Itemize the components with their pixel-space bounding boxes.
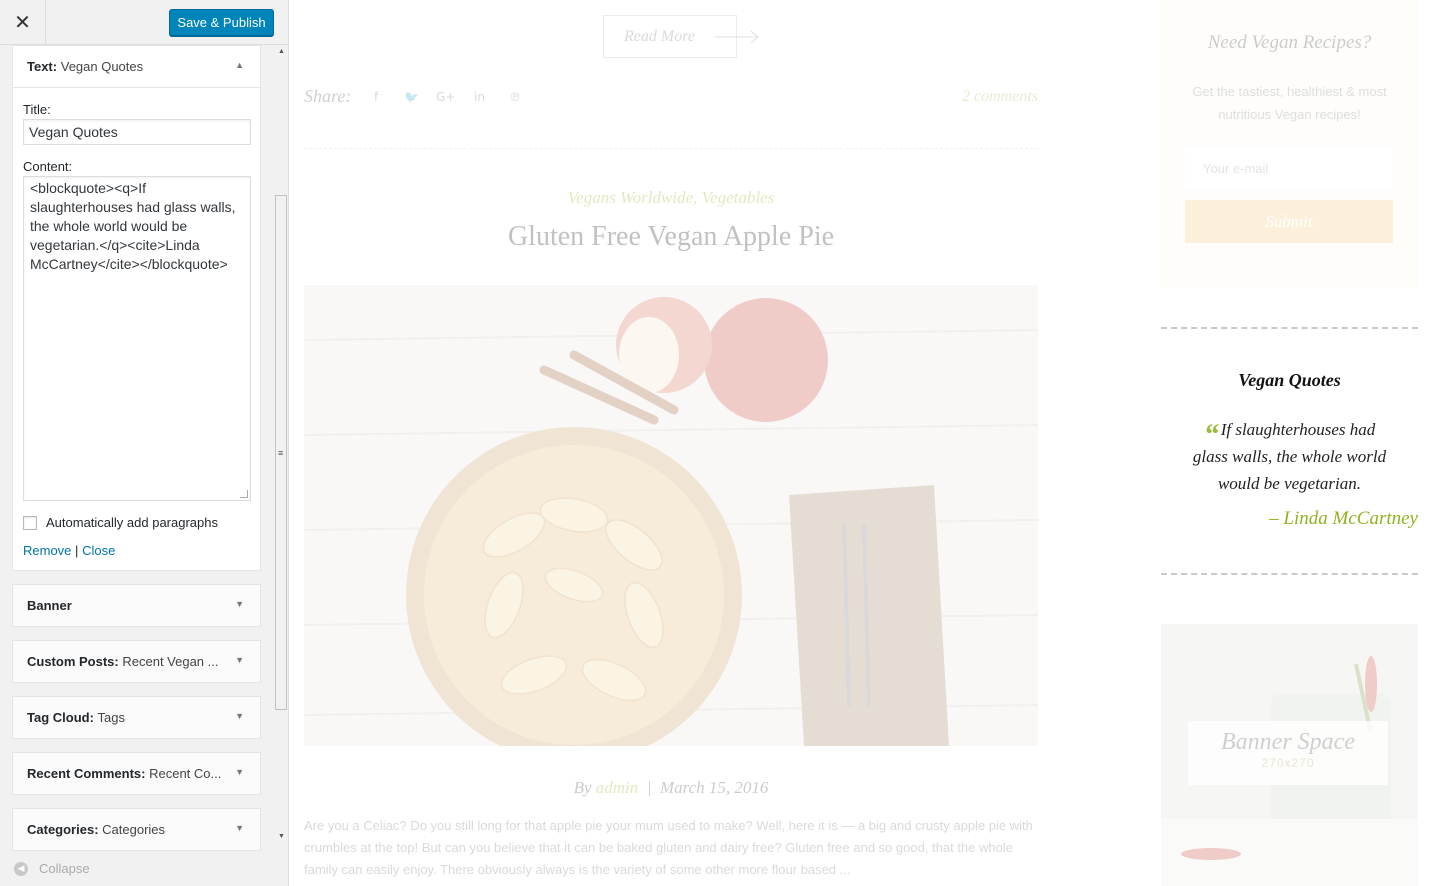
scroll-up-icon[interactable]: ▲ (278, 48, 285, 55)
widget-text-vegan-quotes: Text: Vegan Quotes ▲ Title: Vegan Quotes… (12, 45, 261, 571)
expand-arrow-icon[interactable]: ▼ (235, 767, 244, 777)
widget-instance-title: Recent Co... (149, 766, 222, 781)
vegan-quotes-title: Vegan Quotes (1238, 370, 1341, 390)
sidebar-divider (1161, 327, 1418, 329)
quote-body: If slaughterhouses had glass walls, the … (1192, 420, 1387, 493)
widget-type-label: Categories: (27, 822, 99, 837)
widget-type-label: Custom Posts: (27, 654, 119, 669)
widget-header[interactable]: Custom Posts: Recent Vegan ... ▼ (13, 641, 260, 682)
widget-title: Recent Comments: Recent Co... (27, 766, 221, 781)
widget-header[interactable]: Banner ▼ (13, 585, 260, 626)
post-by: By (573, 778, 592, 797)
banner-title: Banner Space (1221, 729, 1355, 755)
banner-size: 270x270 (1261, 756, 1315, 770)
title-input[interactable]: Vegan Quotes (23, 119, 251, 145)
widget-header[interactable]: Text: Vegan Quotes ▲ (13, 46, 260, 88)
scroll-down-icon[interactable]: ▼ (278, 833, 285, 840)
newsletter-widget: Need Vegan Recipes? Get the tastiest, he… (1161, 0, 1418, 288)
collapse-arrow-icon[interactable]: ▲ (235, 60, 244, 70)
quote-citation: – Linda McCartney (1269, 508, 1418, 529)
sidebar-divider (1161, 573, 1418, 575)
customizer-panel: ✕ Save & Publish Text: Vegan Quotes ▲ Ti… (0, 0, 289, 886)
resize-handle-icon[interactable] (240, 490, 248, 498)
newsletter-description: Get the tastiest, healthiest & most nutr… (1192, 84, 1387, 122)
auto-paragraphs-checkbox[interactable] (23, 515, 37, 530)
action-divider: | (75, 543, 79, 558)
banner-widget[interactable]: Banner Space 270x270 (1161, 624, 1418, 886)
widget-type-label: Banner (27, 598, 72, 613)
linkedin-icon[interactable]: in (474, 90, 485, 104)
content-textarea[interactable]: <blockquote><q>If slaughterhouses had gl… (23, 176, 251, 501)
banner-label-box: Banner Space 270x270 (1188, 721, 1388, 785)
post-author[interactable]: admin (596, 778, 639, 797)
widget-header[interactable]: Tag Cloud: Tags ▼ (13, 697, 260, 738)
site-preview: Read More Share: f 🐦 G+ in ℗ 2 comments … (289, 0, 1433, 886)
comments-link[interactable]: 2 comments (962, 88, 1038, 106)
widget-list: Text: Vegan Quotes ▲ Title: Vegan Quotes… (12, 45, 261, 864)
widget-type-label: Text: (27, 59, 58, 74)
post-title[interactable]: Gluten Free Vegan Apple Pie (304, 221, 1038, 253)
close-link[interactable]: Close (82, 543, 115, 558)
widget-title: Text: Vegan Quotes (27, 59, 143, 74)
expand-arrow-icon[interactable]: ▼ (235, 711, 244, 721)
widget-header[interactable]: Categories: Categories ▼ (13, 809, 260, 850)
widget-title: Banner (27, 598, 72, 613)
expand-arrow-icon[interactable]: ▼ (235, 599, 244, 609)
widget-custom-posts[interactable]: Custom Posts: Recent Vegan ... ▼ (12, 640, 261, 683)
email-input[interactable]: Your e-mail (1185, 146, 1393, 190)
widget-recent-comments[interactable]: Recent Comments: Recent Co... ▼ (12, 752, 261, 795)
post-categories[interactable]: Vegans Worldwide, Vegetables (304, 188, 1038, 208)
widget-header[interactable]: Recent Comments: Recent Co... ▼ (13, 753, 260, 794)
customizer-header: ✕ Save & Publish (0, 0, 288, 45)
close-customizer-button[interactable]: ✕ (0, 0, 46, 44)
widget-actions: Remove | Close (23, 543, 250, 558)
arrow-right-icon (715, 30, 759, 44)
save-publish-button[interactable]: Save & Publish (169, 9, 274, 36)
widget-instance-title: Categories (102, 822, 166, 837)
pinterest-icon[interactable]: ℗ (509, 90, 521, 104)
collapse-label: Collapse (39, 861, 90, 876)
post-date: March 15, 2016 (659, 778, 769, 797)
widget-banner[interactable]: Banner ▼ (12, 584, 261, 627)
collapse-icon: ◀ (14, 861, 28, 876)
expand-arrow-icon[interactable]: ▼ (235, 655, 244, 665)
post-excerpt: Are you a Celiac? Do you still long for … (304, 818, 1033, 877)
widget-type-label: Tag Cloud: (27, 710, 94, 725)
post-meta: By admin | March 15, 2016 (304, 778, 1038, 798)
collapse-bar[interactable]: ◀ Collapse (0, 851, 288, 886)
content-text: <blockquote><q>If slaughterhouses had gl… (30, 180, 240, 272)
auto-paragraphs-row: Automatically add paragraphs (23, 515, 250, 530)
widget-title: Custom Posts: Recent Vegan ... (27, 654, 218, 669)
expand-arrow-icon[interactable]: ▼ (235, 823, 244, 833)
share-row: Share: f 🐦 G+ in ℗ 2 comments (304, 86, 1038, 110)
auto-paragraphs-label[interactable]: Automatically add paragraphs (46, 515, 218, 530)
google-plus-icon[interactable]: G+ (436, 90, 455, 104)
widget-title: Tag Cloud: Tags (27, 710, 125, 725)
quote-text: “If slaughterhouses had glass walls, the… (1189, 416, 1390, 497)
twitter-icon[interactable]: 🐦 (404, 90, 419, 104)
share-label: Share: (304, 86, 352, 106)
widget-instance-title: Tags (97, 710, 126, 725)
newsletter-title: Need Vegan Recipes? (1207, 32, 1372, 53)
post-image[interactable] (304, 285, 1038, 746)
scroll-grip-icon: ≡ (278, 448, 284, 458)
submit-button[interactable]: Submit (1185, 200, 1393, 243)
widget-type-label: Recent Comments: (27, 766, 146, 781)
widget-title: Categories: Categories (27, 822, 165, 837)
widget-instance-title: Recent Vegan ... (122, 654, 219, 669)
remove-link[interactable]: Remove (23, 543, 71, 558)
meta-separator: | (646, 778, 652, 797)
widget-categories[interactable]: Categories: Categories ▼ (12, 808, 261, 851)
title-label: Title: (23, 102, 51, 117)
facebook-icon[interactable]: f (374, 90, 378, 104)
widget-tag-cloud[interactable]: Tag Cloud: Tags ▼ (12, 696, 261, 739)
widget-instance-title: Vegan Quotes (60, 59, 144, 74)
post-separator (304, 148, 1038, 149)
read-more-label: Read More (624, 27, 695, 45)
content-label: Content: (23, 159, 73, 174)
close-icon: ✕ (14, 10, 31, 34)
widget-form: Title: Vegan Quotes Content: <blockquote… (13, 88, 260, 570)
